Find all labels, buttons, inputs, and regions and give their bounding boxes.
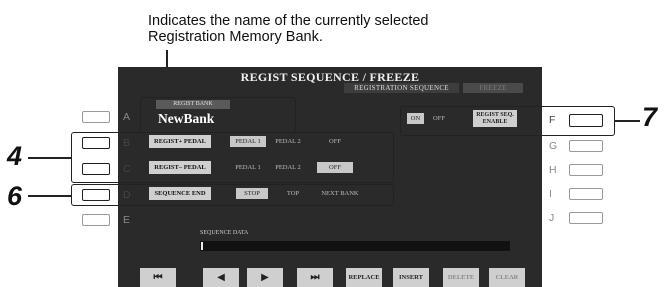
- callout-6-leader: [28, 195, 72, 197]
- tab-freeze[interactable]: FREEZE: [463, 83, 523, 93]
- left-letter-a: A: [123, 111, 131, 123]
- left-letter-e: E: [123, 214, 131, 226]
- left-button-a[interactable]: [82, 111, 110, 123]
- left-button-b[interactable]: [82, 137, 110, 149]
- right-letter-j: J: [549, 212, 555, 224]
- left-button-e[interactable]: [82, 214, 110, 226]
- caption-text: Indicates the name of the currently sele…: [148, 13, 429, 45]
- sequence-data-label: SEQUENCE DATA: [200, 230, 249, 236]
- insert-button[interactable]: INSERT: [393, 268, 429, 287]
- right-button-i[interactable]: [569, 188, 603, 200]
- left-letter-c: C: [123, 163, 131, 175]
- delete-button[interactable]: DELETE: [443, 268, 479, 287]
- right-button-g[interactable]: [569, 140, 603, 152]
- next-button[interactable]: ▶: [247, 268, 283, 287]
- callout-number-7: 7: [642, 102, 658, 132]
- callout-7-leader: [614, 120, 640, 122]
- callout-number-6: 6: [7, 181, 23, 211]
- right-button-j[interactable]: [569, 212, 603, 224]
- previous-button[interactable]: ◀: [203, 268, 239, 287]
- right-letter-g: G: [549, 140, 558, 152]
- tab-registration-sequence[interactable]: REGISTRATION SEQUENCE: [344, 83, 459, 93]
- left-button-d[interactable]: [82, 189, 110, 201]
- sequence-data-bar[interactable]: [200, 241, 510, 251]
- callout-number-4: 4: [7, 141, 23, 171]
- right-letter-f: F: [549, 114, 556, 126]
- left-letter-d: D: [123, 189, 131, 201]
- first-button[interactable]: ⏮: [140, 268, 176, 287]
- right-letter-i: I: [549, 188, 552, 200]
- clear-button[interactable]: CLEAR: [489, 268, 525, 287]
- replace-button[interactable]: REPLACE: [346, 268, 382, 287]
- right-button-h[interactable]: [569, 164, 603, 176]
- sequence-end-highlight-box: [71, 184, 394, 206]
- right-letter-h: H: [549, 164, 557, 176]
- pedal-rows-highlight-box: [71, 132, 394, 183]
- regist-bank-highlight-box: [140, 97, 296, 133]
- left-letter-b: B: [123, 137, 131, 149]
- callout-4-leader: [28, 157, 72, 159]
- last-button[interactable]: ⏭: [297, 268, 333, 287]
- sequence-cursor: [201, 242, 203, 250]
- left-button-c[interactable]: [82, 163, 110, 175]
- right-button-f[interactable]: [569, 114, 603, 127]
